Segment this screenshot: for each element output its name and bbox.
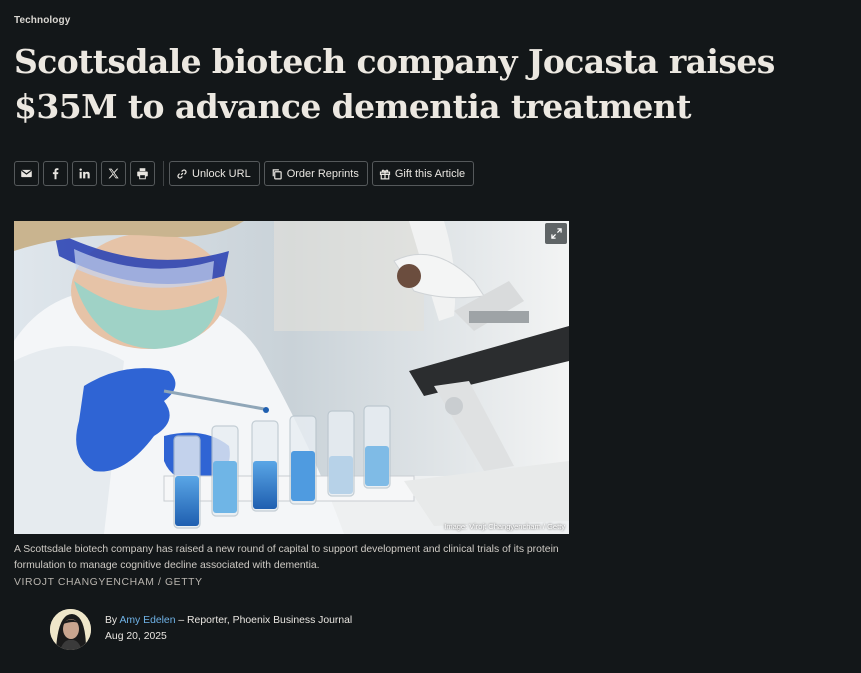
x-share-button[interactable] (101, 161, 126, 186)
publish-date: Aug 20, 2025 (105, 631, 167, 642)
order-reprints-button[interactable]: Order Reprints (263, 161, 368, 186)
photo-credit: VIROJT CHANGYENCHAM / GETTY (14, 577, 203, 588)
author-link[interactable]: Amy Edelen (119, 615, 175, 626)
facebook-icon (52, 168, 59, 180)
author-avatar[interactable] (50, 609, 91, 650)
byline: By Amy Edelen – Reporter, Phoenix Busine… (105, 615, 352, 626)
linkedin-icon (79, 168, 90, 179)
byline-prefix: By (105, 615, 118, 626)
unlock-url-button[interactable]: Unlock URL (169, 161, 260, 186)
gift-article-label: Gift this Article (394, 167, 466, 180)
gift-icon (379, 169, 390, 179)
article-category[interactable]: Technology (14, 15, 70, 26)
image-caption: A Scottsdale biotech company has raised … (14, 544, 559, 571)
image-credit-overlay: Image: Virojt Changyencham / Getty (444, 522, 565, 531)
unlock-url-label: Unlock URL (192, 167, 251, 180)
share-toolbar: Unlock URL Order Reprints Gift this Arti… (14, 160, 478, 187)
linkedin-share-button[interactable] (72, 161, 97, 186)
author-portrait (50, 609, 91, 650)
email-share-button[interactable] (14, 161, 39, 186)
expand-icon (550, 228, 562, 239)
print-button[interactable] (130, 161, 155, 186)
toolbar-divider (163, 161, 164, 186)
email-icon (21, 169, 32, 178)
copy-icon (272, 168, 282, 179)
author-role: – Reporter, Phoenix Business Journal (178, 615, 353, 626)
link-icon (177, 168, 187, 179)
x-icon (108, 168, 119, 179)
order-reprints-label: Order Reprints (286, 167, 359, 180)
article-hero-image[interactable]: Image: Virojt Changyencham / Getty (14, 221, 569, 534)
facebook-share-button[interactable] (43, 161, 68, 186)
article-headline: Scottsdale biotech company Jocasta raise… (14, 42, 775, 126)
gift-article-button[interactable]: Gift this Article (371, 161, 475, 186)
print-icon (137, 168, 148, 180)
lab-scientist-photo (14, 221, 569, 534)
expand-image-button[interactable] (545, 223, 567, 244)
